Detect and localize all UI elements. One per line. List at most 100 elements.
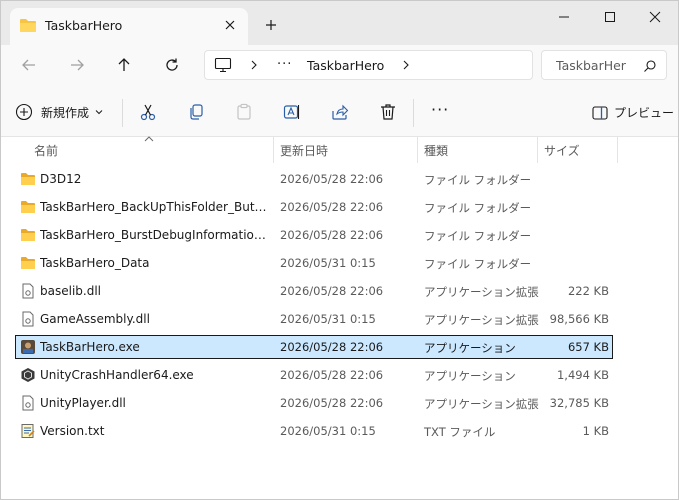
list-item[interactable]: UnityPlayer.dll 2026/05/28 22:06 アプリケーショ… bbox=[15, 391, 613, 415]
minimize-icon[interactable] bbox=[556, 9, 572, 25]
file-name: GameAssembly.dll bbox=[40, 312, 150, 326]
file-type: ファイル フォルダー bbox=[424, 201, 532, 215]
chevron-right-icon[interactable] bbox=[401, 58, 411, 72]
new-button-label: 新規作成 bbox=[41, 105, 90, 120]
search-icon bbox=[644, 60, 656, 72]
file-type: アプリケーション bbox=[424, 341, 516, 355]
list-item[interactable]: UnityCrashHandler64.exe 2026/05/28 22:06… bbox=[15, 363, 613, 387]
column-type[interactable]: 種類 bbox=[424, 142, 448, 159]
dll-icon bbox=[22, 395, 34, 411]
close-tab-icon[interactable] bbox=[222, 17, 238, 33]
list-item-selected[interactable]: TaskBarHero.exe 2026/05/28 22:06 アプリケーショ… bbox=[15, 335, 613, 359]
file-date: 2026/05/28 22:06 bbox=[280, 396, 384, 410]
this-pc-icon[interactable] bbox=[214, 57, 232, 73]
list-item[interactable]: baselib.dll 2026/05/28 22:06 アプリケーション拡張 … bbox=[15, 279, 613, 303]
file-name: baselib.dll bbox=[40, 284, 101, 298]
forward-button[interactable] bbox=[67, 55, 87, 75]
file-name: D3D12 bbox=[40, 172, 82, 186]
folder-icon bbox=[20, 19, 36, 32]
list-item[interactable]: TaskBarHero_BackUpThisFolder_ButDontShip… bbox=[15, 195, 613, 219]
file-name: UnityCrashHandler64.exe bbox=[40, 368, 194, 382]
file-size: 222 KB bbox=[567, 284, 609, 298]
file-type: アプリケーション bbox=[424, 369, 516, 383]
file-date: 2026/05/28 22:06 bbox=[280, 368, 384, 382]
column-divider[interactable] bbox=[273, 137, 274, 163]
text-file-icon bbox=[21, 424, 35, 438]
new-button[interactable]: 新規作成 bbox=[15, 101, 103, 123]
column-divider[interactable] bbox=[537, 137, 538, 163]
sort-up-icon bbox=[144, 136, 154, 142]
preview-pane-icon bbox=[592, 105, 608, 120]
close-window-icon[interactable] bbox=[647, 9, 663, 25]
unity-exe-icon bbox=[21, 368, 35, 382]
file-name: TaskBarHero_BackUpThisFolder_ButDontShip… bbox=[40, 200, 268, 214]
chevron-right-icon[interactable] bbox=[249, 58, 259, 72]
file-name: UnityPlayer.dll bbox=[40, 396, 126, 410]
list-item[interactable]: D3D12 2026/05/28 22:06 ファイル フォルダー bbox=[15, 167, 613, 191]
tab-taskbarhero[interactable]: TaskbarHero bbox=[10, 8, 248, 45]
maximize-icon[interactable] bbox=[602, 9, 618, 25]
back-button[interactable] bbox=[19, 55, 39, 75]
up-button[interactable] bbox=[114, 55, 134, 75]
share-icon[interactable] bbox=[331, 103, 349, 121]
paste-icon[interactable] bbox=[235, 103, 253, 121]
delete-icon[interactable] bbox=[379, 103, 397, 121]
file-size: 32,785 KB bbox=[549, 396, 609, 410]
folder-icon bbox=[21, 173, 35, 185]
file-type: ファイル フォルダー bbox=[424, 173, 532, 187]
column-header: 名前 更新日時 種類 サイズ bbox=[1, 136, 678, 163]
column-divider[interactable] bbox=[417, 137, 418, 163]
preview-button[interactable]: プレビュー bbox=[592, 104, 674, 121]
file-type: TXT ファイル bbox=[424, 425, 496, 439]
copy-icon[interactable] bbox=[187, 103, 205, 121]
file-date: 2026/05/28 22:06 bbox=[280, 340, 384, 354]
list-item[interactable]: Version.txt 2026/05/31 0:15 TXT ファイル 1 K… bbox=[15, 419, 613, 443]
navigation-bar: ··· TaskbarHero TaskbarHero bbox=[1, 45, 678, 87]
file-date: 2026/05/28 22:06 bbox=[280, 284, 384, 298]
file-date: 2026/05/31 0:15 bbox=[280, 256, 376, 270]
title-bar[interactable]: TaskbarHero bbox=[1, 1, 678, 45]
folder-icon bbox=[21, 257, 35, 269]
file-type: アプリケーション拡張 bbox=[424, 285, 539, 299]
arrow-left-icon bbox=[22, 59, 35, 71]
new-tab-icon[interactable] bbox=[263, 17, 279, 33]
list-item[interactable]: TaskBarHero_BurstDebugInformation_DoNotS… bbox=[15, 223, 613, 247]
preview-label: プレビュー bbox=[614, 106, 675, 120]
folder-icon bbox=[21, 229, 35, 241]
tab-title: TaskbarHero bbox=[45, 18, 123, 33]
column-name[interactable]: 名前 bbox=[34, 142, 58, 159]
file-size: 1 KB bbox=[582, 424, 609, 438]
refresh-icon bbox=[166, 58, 178, 71]
file-date: 2026/05/28 22:06 bbox=[280, 228, 384, 242]
search-box[interactable]: TaskbarHero bbox=[541, 50, 667, 80]
plus-circle-icon bbox=[15, 103, 33, 121]
divider bbox=[413, 99, 414, 127]
address-overflow[interactable]: ··· bbox=[277, 57, 292, 72]
folder-icon bbox=[21, 201, 35, 213]
file-type: ファイル フォルダー bbox=[424, 257, 532, 271]
refresh-button[interactable] bbox=[162, 55, 182, 75]
dll-icon bbox=[22, 311, 34, 327]
file-type: アプリケーション拡張 bbox=[424, 397, 539, 411]
arrow-right-icon bbox=[71, 59, 84, 71]
list-item[interactable]: TaskBarHero_Data 2026/05/31 0:15 ファイル フォ… bbox=[15, 251, 613, 275]
address-bar[interactable]: ··· TaskbarHero bbox=[204, 50, 533, 80]
column-divider[interactable] bbox=[617, 137, 618, 163]
chevron-down-icon bbox=[95, 110, 103, 115]
file-date: 2026/05/31 0:15 bbox=[280, 312, 376, 326]
file-size: 657 KB bbox=[567, 340, 609, 354]
rename-icon[interactable] bbox=[283, 103, 301, 121]
file-date: 2026/05/28 22:06 bbox=[280, 200, 384, 214]
file-name: TaskBarHero.exe bbox=[40, 340, 140, 354]
cut-icon[interactable] bbox=[139, 103, 157, 121]
list-item[interactable]: GameAssembly.dll 2026/05/31 0:15 アプリケーショ… bbox=[15, 307, 613, 331]
breadcrumb-taskbarhero[interactable]: TaskbarHero bbox=[307, 58, 384, 73]
arrow-up-icon bbox=[118, 58, 130, 71]
file-type: アプリケーション拡張 bbox=[424, 313, 539, 327]
file-name: Version.txt bbox=[40, 424, 105, 438]
column-date[interactable]: 更新日時 bbox=[280, 142, 328, 159]
search-input[interactable]: TaskbarHero bbox=[556, 58, 626, 73]
more-options-button[interactable]: ··· bbox=[431, 100, 449, 119]
command-bar: 新規作成 ··· プレビュー bbox=[1, 87, 678, 137]
column-size[interactable]: サイズ bbox=[544, 142, 580, 159]
